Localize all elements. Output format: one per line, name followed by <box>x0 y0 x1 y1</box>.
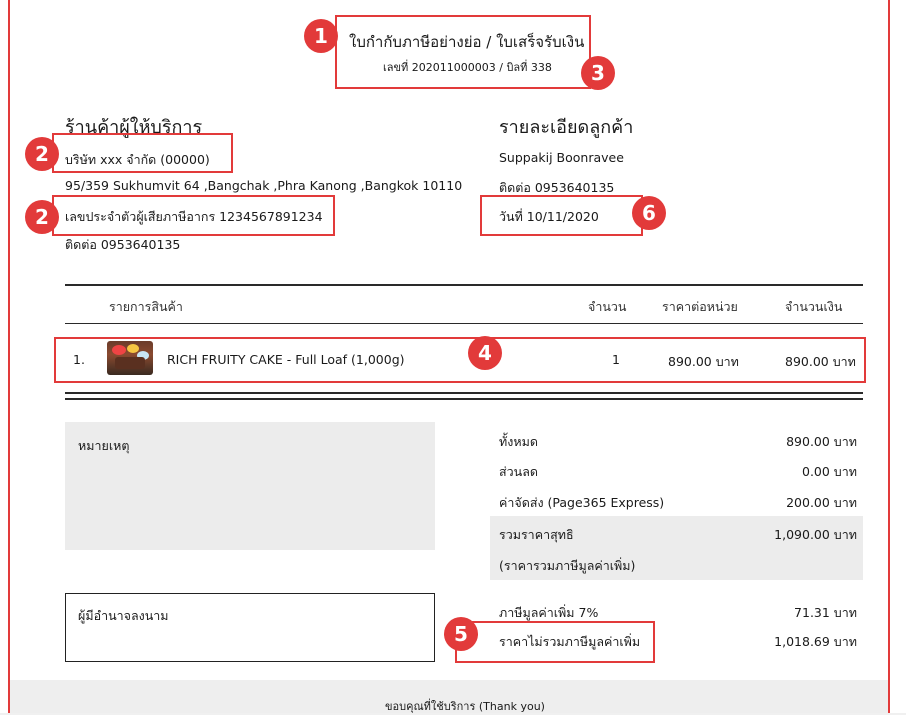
annotation-badge-3: 3 <box>581 56 615 90</box>
provider-address: 95/359 Sukhumvit 64 ,Bangchak ,Phra Kano… <box>65 178 463 193</box>
annotation-badge-6: 6 <box>632 196 666 230</box>
summary-exvat-value: 1,018.69 บาท <box>774 634 857 649</box>
summary-shipping-value: 200.00 บาท <box>786 495 857 510</box>
col-header-amount: จำนวนเงิน <box>785 299 843 314</box>
annotation-box-tax-id <box>52 195 335 236</box>
annotation-badge-1: 1 <box>304 19 338 53</box>
footer-thanks: ขอบคุณที่ใช้บริการ (Thank you) <box>385 700 545 713</box>
annotation-badge-2-tax-id: 2 <box>25 200 59 234</box>
summary-net-note: (ราคารวมภาษีมูลค่าเพิ่ม) <box>499 558 636 573</box>
table-bottom-rule-2 <box>65 398 863 400</box>
signature-box <box>65 593 435 662</box>
annotation-box-date <box>480 195 643 236</box>
summary-shipping-label: ค่าจัดส่ง (Page365 Express) <box>499 495 665 510</box>
summary-net-label: รวมราคาสุทธิ <box>499 527 574 542</box>
summary-vat-label: ภาษีมูลค่าเพิ่ม 7% <box>499 605 599 620</box>
summary-discount-value: 0.00 บาท <box>802 464 857 479</box>
annotation-box-item-row <box>54 337 866 383</box>
customer-name: Suppakij Boonravee <box>499 150 624 165</box>
page-right-edge <box>888 0 890 713</box>
receipt-page: ใบกำกับภาษีอย่างย่อ / ใบเสร็จรับเงิน เลข… <box>0 0 906 713</box>
signature-label: ผู้มีอำนาจลงนาม <box>78 608 169 623</box>
table-top-rule <box>65 284 863 286</box>
summary-net-value: 1,090.00 บาท <box>774 527 857 542</box>
summary-vat-value: 71.31 บาท <box>794 605 857 620</box>
col-header-item: รายการสินค้า <box>109 299 183 314</box>
table-bottom-rule-1 <box>65 392 863 394</box>
summary-total-label: ทั้งหมด <box>499 434 538 449</box>
summary-total-value: 890.00 บาท <box>786 434 857 449</box>
annotation-box-title <box>335 15 591 89</box>
summary-discount-label: ส่วนลด <box>499 464 538 479</box>
annotation-badge-2-company: 2 <box>25 137 59 171</box>
customer-heading: รายละเอียดลูกค้า <box>499 117 634 138</box>
page-left-edge <box>8 0 10 713</box>
provider-contact: ติดต่อ 0953640135 <box>65 237 181 252</box>
col-header-qty: จำนวน <box>588 299 627 314</box>
annotation-badge-4: 4 <box>468 336 502 370</box>
annotation-box-company <box>52 133 233 173</box>
table-header-rule <box>65 323 863 324</box>
note-label: หมายเหตุ <box>78 438 130 453</box>
col-header-unit-price: ราคาต่อหน่วย <box>662 299 738 314</box>
annotation-box-exvat <box>455 621 655 663</box>
annotation-badge-5: 5 <box>444 617 478 651</box>
